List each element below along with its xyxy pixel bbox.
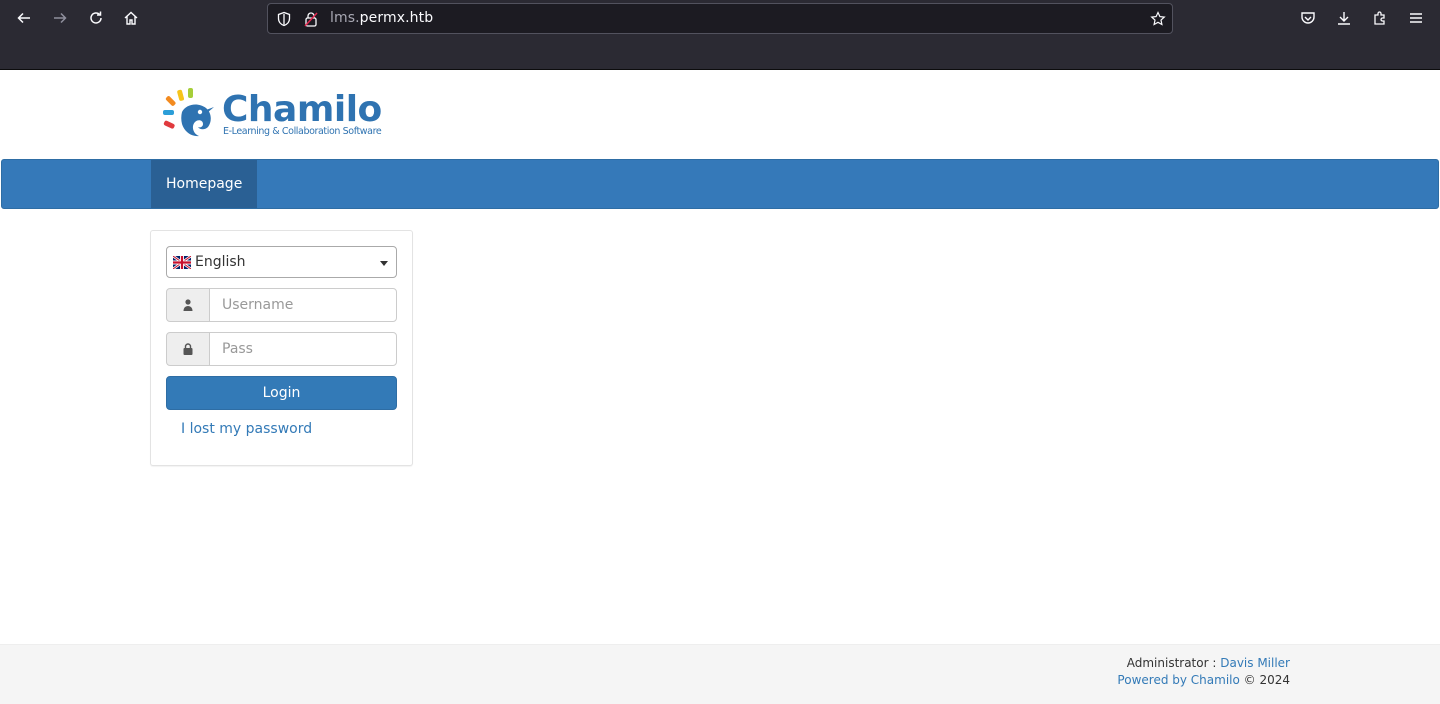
reload-button[interactable] bbox=[84, 6, 108, 30]
url-text: lms.permx.htb bbox=[330, 10, 433, 26]
shield-icon[interactable] bbox=[276, 11, 292, 27]
main-navbar: Homepage bbox=[1, 159, 1439, 209]
password-input[interactable] bbox=[209, 332, 397, 366]
bookmark-star-icon[interactable] bbox=[1150, 11, 1166, 27]
downloads-button[interactable] bbox=[1332, 6, 1356, 30]
password-group bbox=[166, 332, 397, 366]
user-icon-addon bbox=[166, 288, 210, 322]
logo-tagline: E-Learning & Collaboration Software bbox=[223, 126, 382, 137]
extensions-button[interactable] bbox=[1368, 6, 1392, 30]
address-bar[interactable]: lms.permx.htb bbox=[267, 3, 1173, 34]
login-button[interactable]: Login bbox=[166, 376, 397, 410]
home-icon bbox=[124, 11, 138, 25]
puzzle-icon bbox=[1374, 11, 1385, 25]
lock-icon bbox=[183, 343, 193, 355]
reload-icon bbox=[90, 11, 102, 24]
arrow-right-icon bbox=[54, 12, 67, 24]
insecure-lock-icon[interactable] bbox=[304, 11, 318, 27]
pocket-icon bbox=[1301, 12, 1315, 24]
chameleon-logo-icon bbox=[163, 88, 214, 137]
footer: Administrator : Davis Miller Powered by … bbox=[0, 644, 1440, 704]
forward-button[interactable] bbox=[48, 6, 72, 30]
chamilo-logo[interactable]: Chamilo E-Learning & Collaboration Softw… bbox=[162, 88, 392, 144]
powered-by-link[interactable]: Powered by Chamilo bbox=[1117, 673, 1239, 687]
admin-prefix: Administrator : bbox=[1126, 656, 1221, 670]
hamburger-menu-icon bbox=[1410, 13, 1422, 23]
back-button[interactable] bbox=[12, 6, 36, 30]
lost-password-link[interactable]: I lost my password bbox=[181, 421, 312, 437]
footer-powered-line: Powered by Chamilo © 2024 bbox=[1117, 673, 1290, 687]
logo-wordmark: Chamilo bbox=[222, 89, 382, 130]
username-input[interactable] bbox=[209, 288, 397, 322]
uk-flag-icon bbox=[173, 256, 191, 269]
nav-item-homepage[interactable]: Homepage bbox=[151, 160, 258, 208]
arrow-left-icon bbox=[17, 12, 30, 24]
admin-name-link[interactable]: Davis Miller bbox=[1220, 656, 1290, 670]
pocket-button[interactable] bbox=[1296, 6, 1320, 30]
language-select[interactable]: English bbox=[166, 246, 397, 278]
login-panel: English Login I lost my password bbox=[150, 230, 413, 466]
url-subdomain: lms. bbox=[330, 10, 360, 26]
url-domain: permx.htb bbox=[359, 10, 434, 26]
user-icon bbox=[183, 299, 193, 311]
username-group bbox=[166, 288, 397, 322]
language-selected-value: English bbox=[195, 254, 246, 270]
menu-button[interactable] bbox=[1404, 6, 1428, 30]
lock-icon-addon bbox=[166, 332, 210, 366]
chevron-down-icon bbox=[380, 261, 388, 266]
page-content: Chamilo E-Learning & Collaboration Softw… bbox=[0, 70, 1440, 704]
download-icon bbox=[1338, 12, 1350, 25]
footer-admin-line: Administrator : Davis Miller bbox=[1127, 656, 1290, 670]
copyright-text: © 2024 bbox=[1239, 673, 1290, 687]
browser-toolbar: lms.permx.htb bbox=[0, 0, 1440, 70]
home-button[interactable] bbox=[119, 6, 143, 30]
